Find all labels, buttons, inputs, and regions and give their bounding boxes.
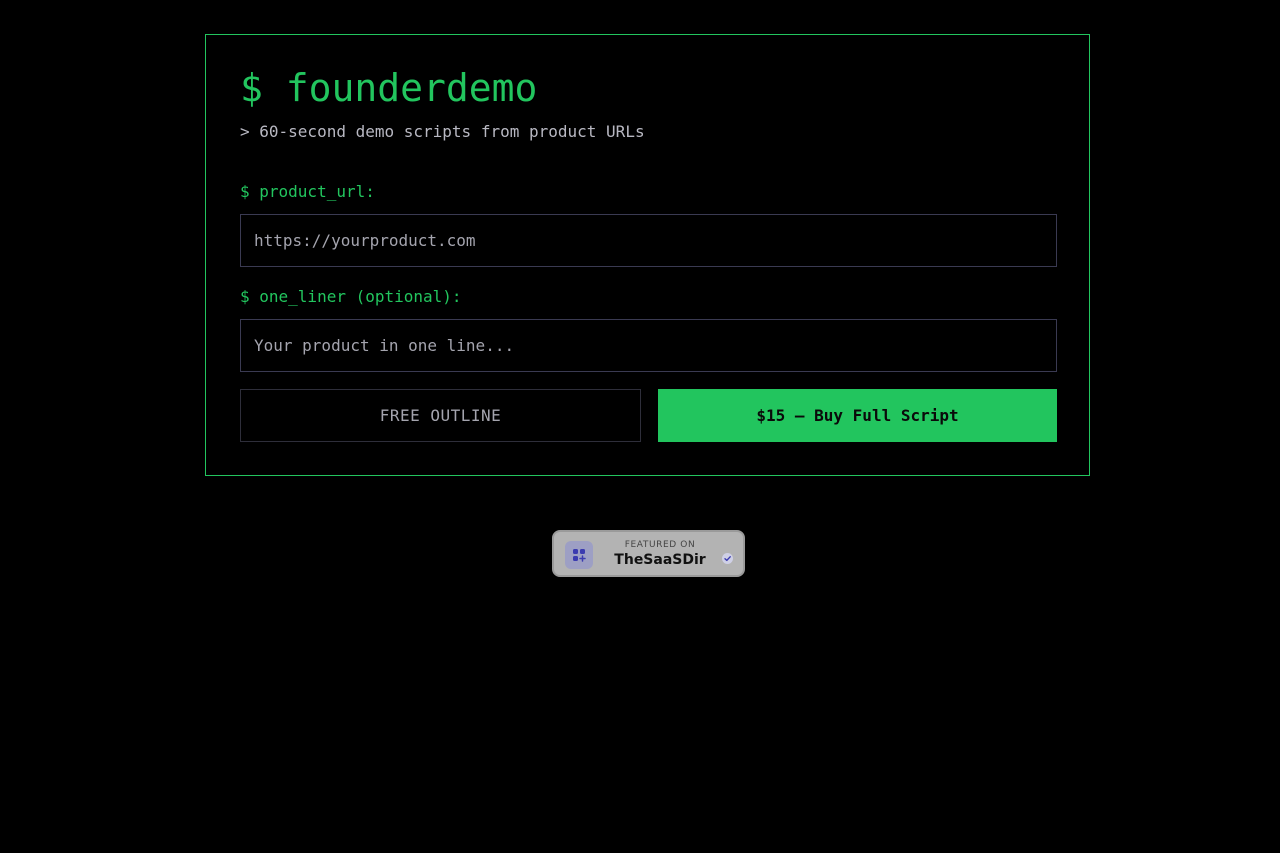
site-name: TheSaaSDir xyxy=(614,552,706,568)
featured-on-text: FEATURED ON xyxy=(624,540,696,550)
one-liner-input[interactable] xyxy=(240,319,1057,372)
product-url-label: $ product_url: xyxy=(240,182,375,201)
featured-on-badge[interactable]: FEATURED ON TheSaaSDir xyxy=(552,530,745,577)
free-outline-button[interactable]: FREE OUTLINE xyxy=(240,389,641,442)
buy-full-script-button[interactable]: $15 — Buy Full Script xyxy=(658,389,1057,442)
grid-plus-icon xyxy=(565,541,593,569)
one-liner-label: $ one_liner (optional): xyxy=(240,287,462,306)
app-title: $ founderdemo xyxy=(240,66,538,110)
verified-check-icon xyxy=(722,549,733,564)
app-tagline: > 60-second demo scripts from product UR… xyxy=(240,122,645,141)
demo-generator-panel: $ founderdemo > 60-second demo scripts f… xyxy=(205,34,1090,476)
product-url-input[interactable] xyxy=(240,214,1057,267)
